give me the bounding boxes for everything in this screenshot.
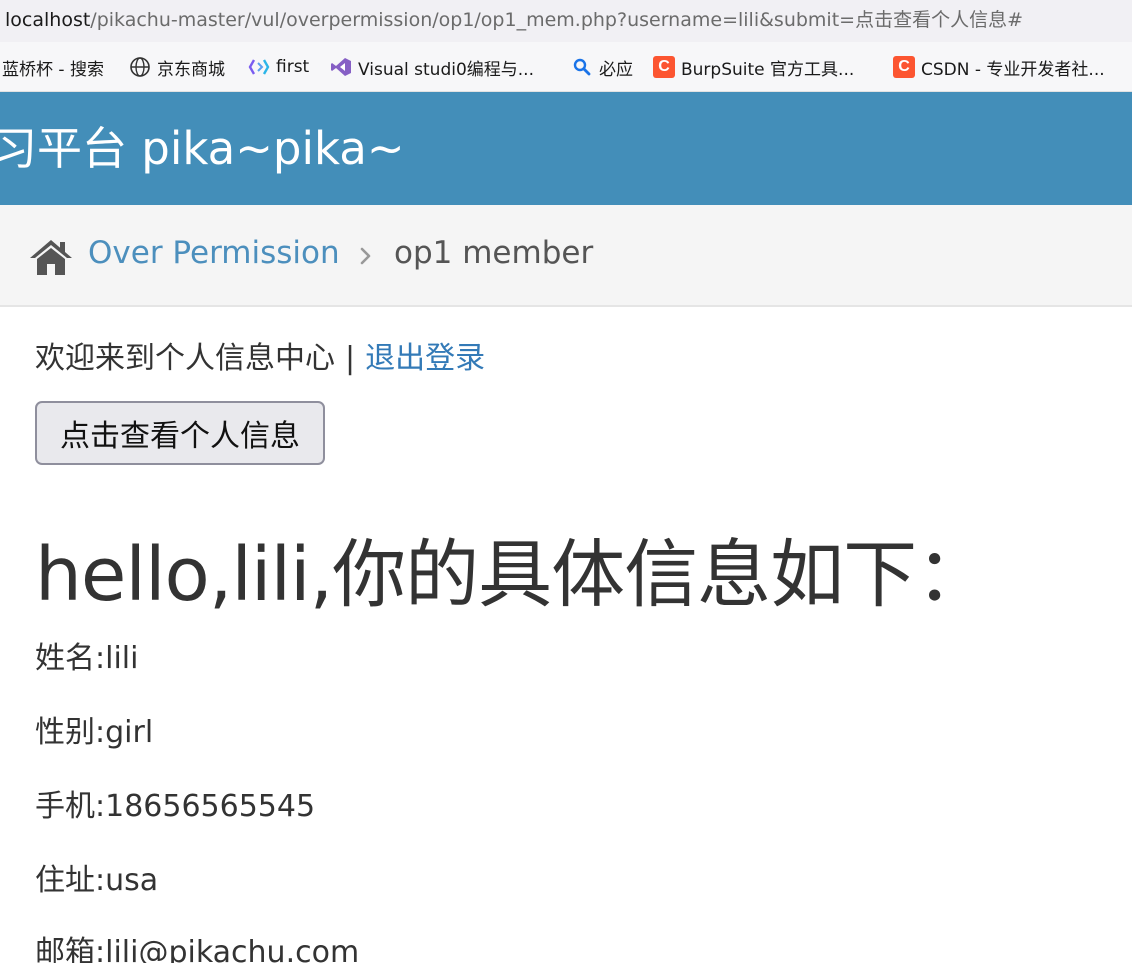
separator: | (345, 341, 356, 376)
bookmark-bing[interactable]: 必应 (571, 42, 633, 92)
logout-link[interactable]: 退出登录 (365, 341, 485, 376)
visual-studio-icon (330, 56, 352, 78)
view-info-button[interactable]: 点击查看个人信息 (35, 401, 325, 465)
field-address: 住址:usa (35, 863, 159, 898)
field-gender: 性别:girl (35, 715, 154, 750)
bookmark-csdn[interactable]: C CSDN - 专业开发者社... (893, 42, 1105, 92)
site-header: 习平台 pika~pika~ (0, 92, 1132, 205)
url-host: localhost (5, 9, 91, 31)
bookmark-lanqiao[interactable]: 蓝桥杯 - 搜索 (2, 42, 104, 92)
csdn-c-icon: C (653, 56, 675, 78)
bookmark-label: 蓝桥杯 - 搜索 (2, 59, 104, 80)
globe-icon (129, 56, 151, 78)
diamond-logo-icon (248, 56, 270, 78)
bookmark-visual-studio[interactable]: Visual studi0编程与... (330, 42, 534, 92)
field-email: 邮箱:lili@pikachu.com (35, 935, 360, 963)
field-name: 姓名:lili (35, 641, 139, 676)
site-title: 习平台 pika~pika~ (0, 122, 405, 175)
bookmark-label: CSDN - 专业开发者社... (921, 59, 1105, 80)
csdn-c-icon: C (893, 56, 915, 78)
address-bar[interactable]: localhost/pikachu-master/vul/overpermiss… (0, 0, 1132, 42)
bookmark-first[interactable]: first (248, 42, 309, 92)
breadcrumb-current: op1 member (394, 235, 594, 271)
bookmarks-bar: 蓝桥杯 - 搜索 京东商城 first Visual studi0编程与... … (0, 42, 1132, 92)
bookmark-label: Visual studi0编程与... (358, 59, 534, 80)
hello-heading: hello,lili,你的具体信息如下： (35, 532, 990, 618)
field-phone: 手机:18656565545 (35, 789, 316, 824)
bookmark-label: 京东商城 (157, 59, 225, 80)
bookmark-jd[interactable]: 京东商城 (129, 42, 225, 92)
welcome-text: 欢迎来到个人信息中心 (35, 341, 335, 376)
bookmark-label: first (276, 57, 310, 77)
breadcrumb: Over Permission op1 member (0, 205, 1132, 307)
url-path: /pikachu-master/vul/overpermission/op1/o… (90, 9, 1023, 31)
bookmark-label: BurpSuite 官方工具... (681, 59, 855, 80)
bookmark-label: 必应 (599, 59, 633, 80)
search-icon (571, 56, 593, 78)
welcome-line: 欢迎来到个人信息中心 | 退出登录 (35, 333, 485, 377)
bookmark-burpsuite[interactable]: C BurpSuite 官方工具... (653, 42, 854, 92)
chevron-right-icon (357, 243, 375, 269)
home-icon[interactable] (28, 237, 74, 277)
breadcrumb-link-over-permission[interactable]: Over Permission (88, 235, 340, 271)
